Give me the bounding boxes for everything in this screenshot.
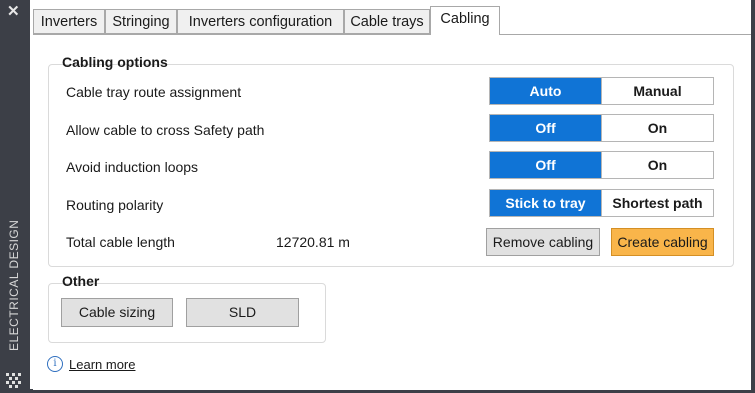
induction-loops-toggle: Off On: [489, 151, 714, 179]
sidebar: ✕ ELECTRICAL DESIGN: [0, 0, 30, 393]
grip-icon[interactable]: [4, 371, 24, 389]
safety-path-label: Allow cable to cross Safety path: [66, 122, 265, 138]
safety-path-toggle: Off On: [489, 114, 714, 142]
sld-button[interactable]: SLD: [186, 298, 299, 327]
other-title: Other: [62, 273, 100, 289]
induction-off-option[interactable]: Off: [490, 152, 601, 178]
route-assignment-label: Cable tray route assignment: [66, 84, 242, 100]
tab-inverters[interactable]: Inverters: [33, 9, 105, 34]
cable-sizing-button[interactable]: Cable sizing: [61, 298, 173, 327]
safety-on-option[interactable]: On: [601, 115, 713, 141]
routing-polarity-toggle: Stick to tray Shortest path: [489, 189, 714, 217]
shortest-path-option[interactable]: Shortest path: [601, 190, 713, 216]
manual-option[interactable]: Manual: [601, 78, 713, 104]
total-cable-length-label: Total cable length: [66, 234, 175, 250]
learn-more-link[interactable]: Learn more: [69, 357, 135, 372]
induction-on-option[interactable]: On: [601, 152, 713, 178]
info-icon: i: [47, 356, 63, 372]
tab-cabling[interactable]: Cabling: [430, 6, 500, 35]
create-cabling-button[interactable]: Create cabling: [611, 228, 714, 256]
induction-loops-label: Avoid induction loops: [66, 159, 199, 175]
cabling-options-title: Cabling options: [62, 54, 168, 70]
routing-polarity-label: Routing polarity: [66, 197, 164, 213]
sidebar-title: ELECTRICAL DESIGN: [7, 219, 21, 351]
total-cable-length-value: 12720.81 m: [276, 234, 350, 250]
auto-option[interactable]: Auto: [490, 78, 601, 104]
window-edge-right: [751, 0, 755, 393]
close-icon[interactable]: ✕: [7, 4, 20, 20]
tab-stringing[interactable]: Stringing: [105, 9, 177, 34]
tab-cable-trays[interactable]: Cable trays: [344, 9, 430, 34]
remove-cabling-button[interactable]: Remove cabling: [486, 228, 600, 256]
tab-inverters-configuration[interactable]: Inverters configuration: [177, 9, 344, 34]
route-assignment-toggle: Auto Manual: [489, 77, 714, 105]
stick-to-tray-option[interactable]: Stick to tray: [490, 190, 601, 216]
learn-more[interactable]: i Learn more: [47, 356, 135, 372]
safety-off-option[interactable]: Off: [490, 115, 601, 141]
